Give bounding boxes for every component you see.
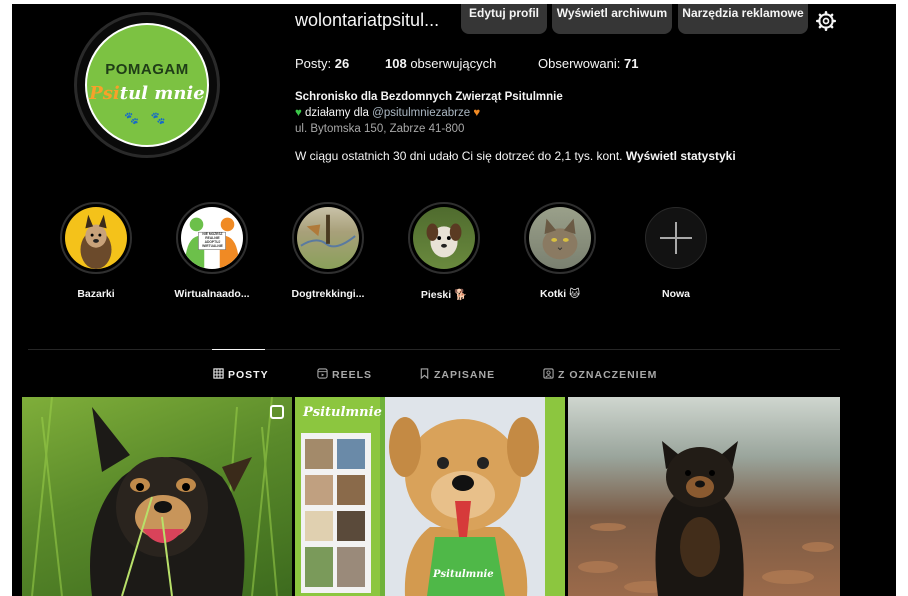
bio-mention-link[interactable]: @psitulmniezabrze (372, 107, 470, 119)
edit-profile-button[interactable]: Edytuj profil (461, 4, 547, 34)
highlight-cover-dog (65, 207, 127, 269)
tagged-person-icon (543, 368, 554, 379)
logo-text-psitulmnie: Psitul mnie (89, 83, 205, 104)
highlight-cover-cat (529, 207, 591, 269)
highlight-badge-text: NIE MOŻESZ REALNIE ADOPTUJ WIRTUALNIE (202, 232, 223, 248)
bio-line: ♥ działamy dla @psitulmniezabrze ♥ (295, 107, 481, 119)
highlight-new[interactable]: Nowa (616, 202, 736, 300)
ad-tools-button[interactable]: Narzędzia reklamowe (678, 4, 808, 34)
post-dog-on-tracks[interactable] (568, 397, 840, 596)
paw-prints-icon: 🐾 🐾 (124, 111, 170, 125)
followers-count[interactable]: 108 obserwujących (385, 56, 496, 71)
green-heart-icon: ♥ (295, 107, 302, 119)
tab-tagged[interactable]: Z OZNACZENIEM (543, 368, 657, 381)
tab-posts[interactable]: POSTY (213, 368, 269, 381)
highlight-kotki[interactable]: Kotki 🐱 (500, 202, 620, 300)
grid-icon (213, 368, 224, 379)
profile-username: wolontariatpsitul... (295, 10, 440, 30)
post-dog-in-grass[interactable] (22, 397, 292, 596)
highlight-cover-adoption: NIE MOŻESZ REALNIE ADOPTUJ WIRTUALNIE (181, 207, 243, 269)
orange-heart-icon: ♥ (473, 107, 481, 119)
highlight-dogtrekkingi[interactable]: Dogtrekkingi... (268, 202, 388, 300)
plus-icon (660, 222, 692, 254)
post-shirt-text: Psitulmnie (433, 569, 494, 580)
posts-count: Posty: 26 (295, 56, 350, 71)
post-3-image (578, 441, 834, 596)
post-banner-text: Psitulmnie (303, 405, 382, 420)
multiple-photos-icon (270, 405, 284, 419)
tabs-divider (28, 349, 840, 350)
highlight-wirtualna-adopcja[interactable]: NIE MOŻESZ REALNIE ADOPTUJ WIRTUALNIE Wi… (152, 202, 272, 300)
profile-bio: Schronisko dla Bezdomnych Zwierząt Psitu… (295, 89, 563, 137)
logo-text-pomagam: POMAGAM (105, 61, 189, 78)
highlight-bazarki[interactable]: Bazarki (36, 202, 156, 300)
highlight-cover-map (297, 207, 359, 269)
highlight-cover-puppy (413, 207, 475, 269)
reach-summary: W ciągu ostatnich 30 dni udało Ci się do… (295, 149, 736, 163)
view-insights-link[interactable]: Wyświetl statystyki (626, 149, 736, 163)
settings-gear-icon[interactable] (816, 11, 836, 31)
tab-saved[interactable]: ZAPISANE (419, 368, 495, 381)
instagram-profile-screen: POMAGAM Psitul mnie 🐾 🐾 wolontariatpsitu… (12, 4, 896, 596)
view-archive-button[interactable]: Wyświetl archiwum (552, 4, 672, 34)
post-1-image (31, 397, 278, 596)
psitulmnie-logo: POMAGAM Psitul mnie 🐾 🐾 (85, 23, 209, 147)
active-tab-indicator (212, 349, 265, 350)
bio-address: ul. Bytomska 150, Zabrze 41-800 (295, 123, 465, 135)
post-2-image (295, 397, 565, 596)
profile-avatar[interactable]: POMAGAM Psitul mnie 🐾 🐾 (74, 12, 220, 158)
bio-name: Schronisko dla Bezdomnych Zwierząt Psitu… (295, 91, 563, 103)
following-count[interactable]: Obserwowani: 71 (538, 56, 638, 71)
tab-reels[interactable]: REELS (317, 368, 372, 381)
bookmark-icon (420, 368, 429, 379)
highlight-pieski[interactable]: Pieski 🐕 (384, 202, 504, 301)
post-mascot[interactable]: Psitulmnie Psitulmnie (295, 397, 565, 596)
reels-icon (317, 368, 328, 379)
